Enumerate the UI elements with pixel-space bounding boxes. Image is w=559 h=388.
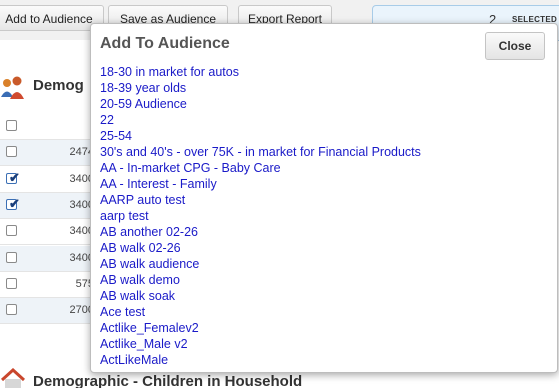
audience-item[interactable]: 30's and 40's - over 75K - in market for…: [100, 144, 540, 160]
audience-item[interactable]: aarp test: [100, 208, 540, 224]
row-checkbox[interactable]: ✔: [6, 170, 20, 185]
audience-item[interactable]: AARP auto test: [100, 192, 540, 208]
table-row: 575: [0, 272, 100, 298]
audience-item[interactable]: AB another 02-26: [100, 224, 540, 240]
table-row: 3400: [0, 245, 100, 272]
audience-item[interactable]: Actlike_Femalev2: [100, 320, 540, 336]
section-title: Demog: [33, 77, 84, 94]
audience-item[interactable]: 20-59 Audience: [100, 96, 540, 112]
page: Add to Audience Save as Audience Export …: [0, 0, 559, 388]
checkmark-icon: ✔: [9, 195, 20, 211]
table-row: ✔ 3400: [0, 192, 100, 219]
audience-item[interactable]: AB walk soak: [100, 288, 540, 304]
table-row: 2474: [0, 140, 100, 167]
row-checkbox[interactable]: ✔: [6, 196, 20, 211]
table-row: 2700: [0, 298, 100, 325]
row-value: 3400: [69, 251, 94, 264]
add-to-audience-button[interactable]: Add to Audience: [0, 5, 104, 31]
audience-item[interactable]: AA - Interest - Family: [100, 176, 540, 192]
audience-item[interactable]: 18-30 in market for autos: [100, 64, 540, 80]
audience-item[interactable]: 22: [100, 112, 540, 128]
audience-item[interactable]: AB walk audience: [100, 256, 540, 272]
audience-item[interactable]: AB walk demo: [100, 272, 540, 288]
row-value: 3400: [69, 225, 94, 238]
row-value: 3400: [69, 172, 94, 185]
row-value: 575: [75, 277, 94, 290]
audience-item[interactable]: Ace test: [100, 304, 540, 320]
audience-item[interactable]: AB walk 02-26: [100, 240, 540, 256]
bottom-section-title: Demographic - Children in Household: [33, 373, 303, 388]
row-checkbox[interactable]: [6, 304, 17, 316]
table-row: ✔ 3400: [0, 167, 100, 193]
row-checkbox[interactable]: [6, 251, 17, 263]
table-row: [0, 114, 100, 140]
house-icon: [0, 368, 26, 388]
audience-item[interactable]: AA - In-market CPG - Baby Care: [100, 160, 540, 176]
close-button[interactable]: Close: [485, 32, 545, 60]
row-checkbox[interactable]: [6, 277, 17, 289]
row-value: 2474: [69, 146, 94, 159]
audience-item[interactable]: 25-54: [100, 128, 540, 144]
checkmark-icon: ✔: [9, 169, 20, 185]
audience-item[interactable]: ActLikeMale: [100, 352, 540, 368]
people-icon: [1, 76, 24, 99]
modal-title: Add To Audience: [100, 35, 230, 52]
audience-item[interactable]: Actlike_Male v2: [100, 336, 540, 352]
add-to-audience-modal: Add To Audience Close 18-30 in market fo…: [90, 23, 558, 373]
row-checkbox[interactable]: [6, 225, 17, 237]
row-checkbox[interactable]: [6, 146, 17, 158]
table-row: 3400: [0, 219, 100, 246]
audience-item[interactable]: 18-39 year olds: [100, 80, 540, 96]
audience-list: 18-30 in market for autos 18-39 year olds…: [100, 64, 540, 368]
row-value: 2700: [69, 304, 94, 317]
row-checkbox[interactable]: [6, 120, 17, 131]
row-value: 3400: [69, 198, 94, 211]
